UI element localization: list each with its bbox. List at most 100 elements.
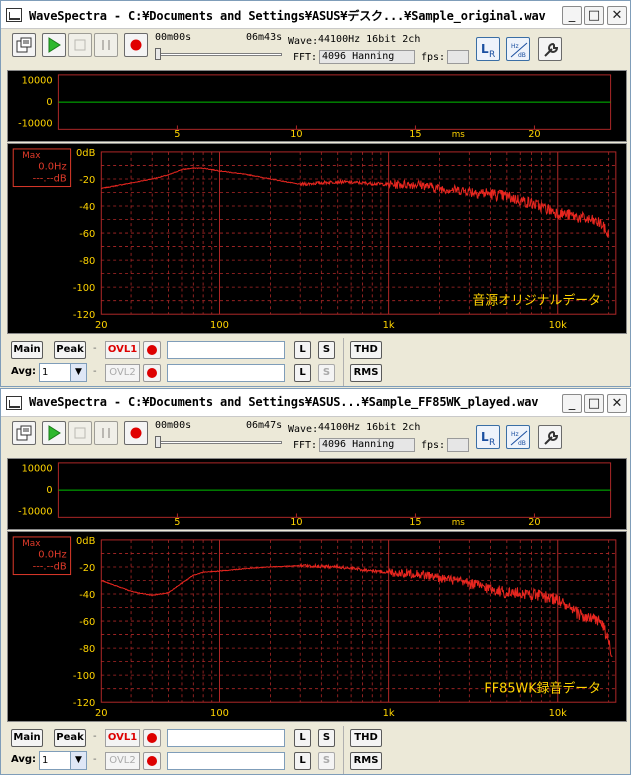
oscilloscope-panel: 10000 0 -10000 5 10 15 20 ms	[7, 458, 627, 530]
svg-text:dB: dB	[518, 52, 526, 59]
close-icon[interactable]: ✕	[607, 394, 627, 413]
record-icon[interactable]	[143, 341, 161, 359]
rms-button[interactable]: RMS	[350, 364, 382, 382]
s-button-2[interactable]: S	[318, 364, 335, 382]
maximize-icon[interactable]: □	[584, 6, 604, 25]
avg-select[interactable]: 1 ▼	[39, 363, 87, 382]
maximize-icon[interactable]: □	[584, 394, 604, 413]
minimize-icon[interactable]: _	[562, 6, 582, 25]
thd-button[interactable]: THD	[350, 341, 382, 359]
close-icon[interactable]: ✕	[607, 6, 627, 25]
s-button-1[interactable]: S	[318, 341, 335, 359]
chevron-down-icon[interactable]: ▼	[70, 752, 86, 769]
l-button-1[interactable]: L	[294, 729, 311, 747]
peak-frequency: 0.0Hz	[38, 550, 66, 561]
wrench-icon[interactable]	[538, 425, 562, 449]
svg-text:Hz: Hz	[511, 43, 519, 50]
chevron-down-icon[interactable]: ▼	[70, 364, 86, 381]
hz-db-icon[interactable]: Hz dB	[506, 37, 530, 61]
record-icon[interactable]	[124, 421, 148, 445]
position-slider[interactable]	[155, 441, 282, 444]
record-icon[interactable]	[143, 752, 161, 770]
pause-icon[interactable]	[94, 33, 118, 57]
lr-icon[interactable]: LR	[476, 37, 500, 61]
position-slider-thumb[interactable]	[155, 436, 161, 448]
scope-y-tick-label: 0	[46, 485, 52, 496]
thd-button[interactable]: THD	[350, 729, 382, 747]
s-button-1[interactable]: S	[318, 729, 335, 747]
ovl1-indicator: OVL1	[105, 341, 140, 359]
channel2-field[interactable]	[167, 752, 285, 770]
spectrum-panel: 0dB -20 -40 -60 -80 -100 -12020 100 1k 10k Max0.0H…	[7, 143, 627, 334]
play-icon[interactable]	[42, 421, 66, 445]
l-button-2[interactable]: L	[294, 752, 311, 770]
stop-icon[interactable]	[68, 33, 92, 57]
rms-button[interactable]: RMS	[350, 752, 382, 770]
channel1-field[interactable]	[167, 729, 285, 747]
title-bar: WaveSpectra - C:¥Documents and Settings¥…	[1, 389, 630, 417]
scope-unit-label: ms	[452, 518, 466, 528]
record-icon[interactable]	[143, 364, 161, 382]
wave-label: Wave:	[288, 424, 319, 435]
main-button[interactable]: Main	[11, 341, 43, 359]
spectrum-y-tick-label: -80	[79, 644, 95, 655]
scope-y-tick-label: 10000	[22, 464, 53, 475]
svg-text:dB: dB	[518, 440, 526, 447]
play-icon[interactable]	[42, 33, 66, 57]
svg-text:Hz: Hz	[511, 431, 519, 438]
spectrum-y-tick-label: -20	[79, 175, 95, 186]
oscilloscope-panel: 10000 0 -10000 5 10 15 20 ms	[7, 70, 627, 142]
ovl2-indicator: OVL2	[105, 364, 140, 382]
app-icon	[6, 8, 22, 22]
avg-select[interactable]: 1 ▼	[39, 751, 87, 770]
pause-icon[interactable]	[94, 421, 118, 445]
hz-db-icon[interactable]: Hz dB	[506, 425, 530, 449]
position-slider[interactable]	[155, 53, 282, 56]
time-start: 00m00s	[155, 32, 192, 43]
fft-value: 4096 Hanning	[319, 50, 415, 64]
spectrum-annotation: FF85WK録音データ	[484, 680, 601, 696]
avg-value: 1	[42, 367, 49, 378]
time-start: 00m00s	[155, 420, 192, 431]
avg-value: 1	[42, 755, 49, 766]
record-icon[interactable]	[143, 729, 161, 747]
l-button-1[interactable]: L	[294, 341, 311, 359]
avg-label: Avg:	[11, 754, 37, 765]
l-button-2[interactable]: L	[294, 364, 311, 382]
spectrum-y-tick-label: -60	[79, 617, 95, 628]
fft-value: 4096 Hanning	[319, 438, 415, 452]
position-slider-thumb[interactable]	[155, 48, 161, 60]
wave-value: 44100Hz 16bit 2ch	[316, 34, 468, 48]
record-icon[interactable]	[124, 33, 148, 57]
spectrum-panel: 0dB -20 -40 -60 -80 -100 -12020 100 1k 10k Max0.0H…	[7, 531, 627, 722]
s-button-2[interactable]: S	[318, 752, 335, 770]
svg-text:R: R	[489, 438, 495, 447]
ovl2-indicator: OVL2	[105, 752, 140, 770]
spectrum-trace	[101, 167, 610, 239]
app-icon	[6, 396, 22, 410]
main-button[interactable]: Main	[11, 729, 43, 747]
peak-level: ---.--dB	[33, 174, 67, 185]
separator	[343, 726, 344, 774]
lr-icon[interactable]: LR	[476, 425, 500, 449]
spectrum-y-tick-label: -40	[79, 590, 95, 601]
stop-icon[interactable]	[68, 421, 92, 445]
channel2-field[interactable]	[167, 364, 285, 382]
scope-y-tick-label: -10000	[18, 506, 52, 517]
spectrum-x-tick-label: 20	[95, 320, 108, 331]
spectrum-annotation: 音源オリジナルデータ	[472, 292, 601, 308]
open-file-icon[interactable]	[12, 33, 36, 57]
toolbar: 00m00s 06m47s Wave: 44100Hz 16bit 2ch FF…	[1, 417, 630, 458]
peak-button[interactable]: Peak	[54, 341, 86, 359]
scope-y-tick-label: 0	[46, 97, 52, 108]
channel1-field[interactable]	[167, 341, 285, 359]
title-bar: WaveSpectra - C:¥Documents and Settings¥…	[1, 1, 630, 29]
dash-separator: -	[93, 343, 97, 354]
wrench-icon[interactable]	[538, 37, 562, 61]
peak-level: ---.--dB	[33, 562, 67, 573]
minimize-icon[interactable]: _	[562, 394, 582, 413]
open-file-icon[interactable]	[12, 421, 36, 445]
scope-x-tick-label: 15	[409, 129, 421, 140]
scope-x-tick-label: 20	[528, 129, 540, 140]
peak-button[interactable]: Peak	[54, 729, 86, 747]
